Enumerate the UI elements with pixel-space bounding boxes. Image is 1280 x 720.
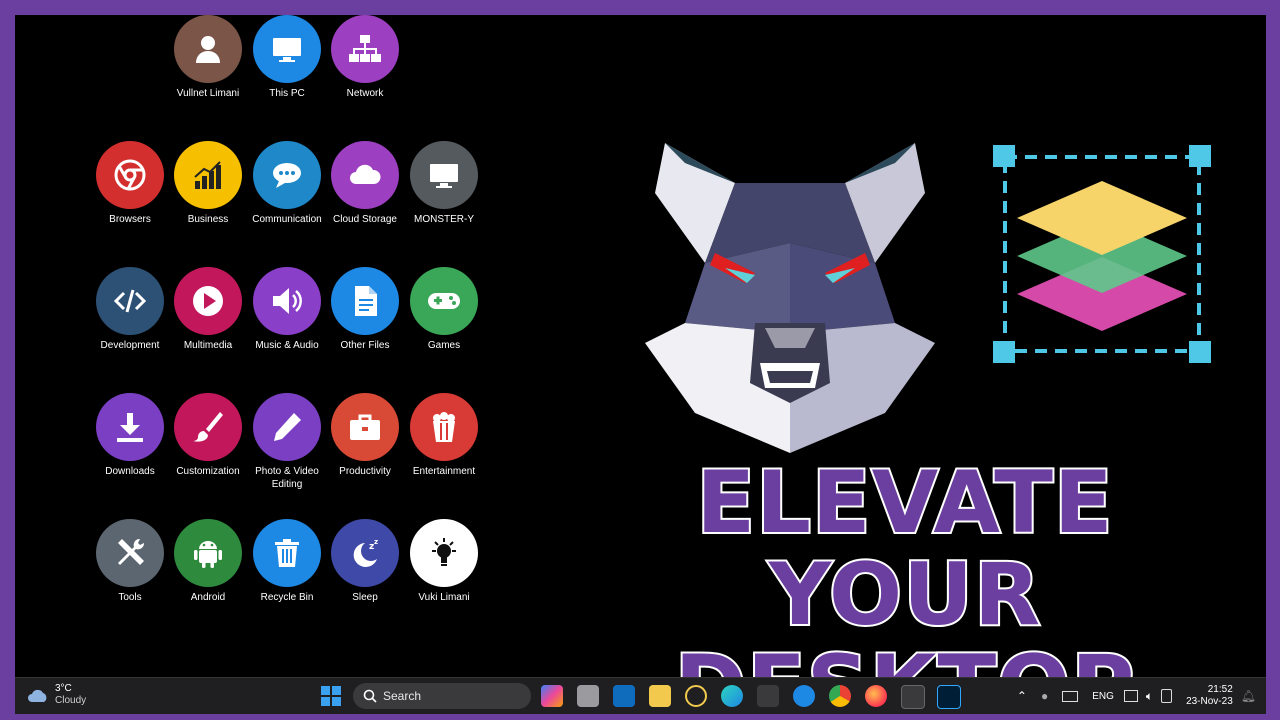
weather-condition: Cloudy	[55, 695, 87, 706]
document-icon	[331, 267, 399, 335]
clock-time: 21:52	[1207, 684, 1233, 695]
terminal-icon[interactable]	[757, 685, 779, 707]
wolf-logo	[645, 143, 935, 453]
cursor-app-icon[interactable]	[685, 685, 707, 707]
monitor-icon	[410, 141, 478, 209]
search-icon	[363, 689, 377, 703]
taskbar-search[interactable]: Search	[353, 683, 531, 709]
chrome-icon[interactable]	[829, 685, 851, 707]
language-indicator[interactable]: ENG	[1092, 691, 1114, 702]
speaker-icon	[253, 267, 321, 335]
desktop-icon-monster-y[interactable]: MONSTER-Y	[396, 141, 492, 226]
android-icon	[174, 519, 242, 587]
svg-text:z: z	[374, 538, 378, 546]
cloud-icon	[331, 141, 399, 209]
search-placeholder: Search	[383, 689, 422, 703]
briefcase-icon	[331, 393, 399, 461]
network-icon[interactable]	[1123, 690, 1138, 702]
recycle-bin-icon	[253, 519, 321, 587]
download-icon	[96, 393, 164, 461]
clock-date: 23-Nov-23	[1186, 696, 1233, 707]
gamepad-icon	[410, 267, 478, 335]
desktop-icon-label: Entertainment	[412, 466, 476, 477]
moon-icon: zz	[331, 519, 399, 587]
chevron-up-icon[interactable]: ⌃	[1017, 689, 1027, 703]
desktop-icon-network[interactable]: Network	[317, 15, 413, 100]
tools-icon	[96, 519, 164, 587]
brush-icon	[174, 393, 242, 461]
taskbar: 3°C Cloudy Search ⌃ ● ENG 🔈︎ 21:52 23-No…	[15, 677, 1266, 714]
play-icon	[174, 267, 242, 335]
user-icon	[174, 15, 242, 83]
headline-line-1: ELEVATE YOUR	[694, 453, 1114, 645]
chrome-icon	[96, 141, 164, 209]
desktop-icon-label: Vuki Limani	[418, 592, 470, 603]
network-icon	[331, 15, 399, 83]
chat-icon	[253, 141, 321, 209]
windows-start-icon[interactable]	[321, 686, 341, 706]
weather-widget[interactable]: 3°C Cloudy	[27, 683, 86, 707]
clock[interactable]: 21:52 23-Nov-23	[1186, 684, 1233, 708]
layers-selection-icon	[993, 145, 1211, 363]
bar-chart-icon	[174, 141, 242, 209]
desktop-icon-vuki-limani[interactable]: Vuki Limani	[396, 519, 492, 604]
snipping-tool-icon[interactable]	[901, 685, 925, 709]
pencil-icon	[253, 393, 321, 461]
desktop-icon-label: Games	[427, 340, 461, 351]
copilot-icon[interactable]	[541, 685, 563, 707]
desktop-icon-label: MONSTER-Y	[414, 214, 474, 225]
microphone-icon[interactable]: ●	[1041, 689, 1048, 703]
headline-line-2: DESKTOP	[575, 639, 1235, 677]
edge-icon[interactable]	[721, 685, 743, 707]
task-view-icon[interactable]	[577, 685, 599, 707]
firefox-icon[interactable]	[865, 685, 887, 707]
code-icon	[96, 267, 164, 335]
outlook-icon[interactable]	[613, 685, 635, 707]
desktop-icon-label: Network	[346, 88, 384, 99]
app-store-icon[interactable]	[793, 685, 815, 707]
desktop: Vullnet Limani This PC Network Browsers …	[15, 15, 1266, 677]
keyboard-icon[interactable]	[1062, 690, 1079, 702]
desktop-icon-games[interactable]: Games	[396, 267, 492, 352]
volume-icon[interactable]: 🔈︎	[1146, 689, 1153, 704]
popcorn-icon	[410, 393, 478, 461]
desktop-icon-entertainment[interactable]: Entertainment	[396, 393, 492, 478]
notification-bell-icon[interactable]: 🔔︎	[1241, 689, 1256, 703]
cloud-icon	[28, 689, 47, 702]
headline: ELEVATE YOUR DESKTOP	[575, 453, 1235, 677]
monitor-icon	[253, 15, 321, 83]
file-explorer-icon[interactable]	[649, 685, 671, 707]
system-tray: ⌃ ● ENG 🔈︎ 21:52 23-Nov-23 🔔︎	[1017, 682, 1256, 710]
photoshop-icon[interactable]	[937, 685, 961, 709]
lightbulb-icon	[410, 519, 478, 587]
weather-temperature: 3°C	[55, 683, 72, 694]
battery-icon[interactable]	[1161, 689, 1173, 703]
